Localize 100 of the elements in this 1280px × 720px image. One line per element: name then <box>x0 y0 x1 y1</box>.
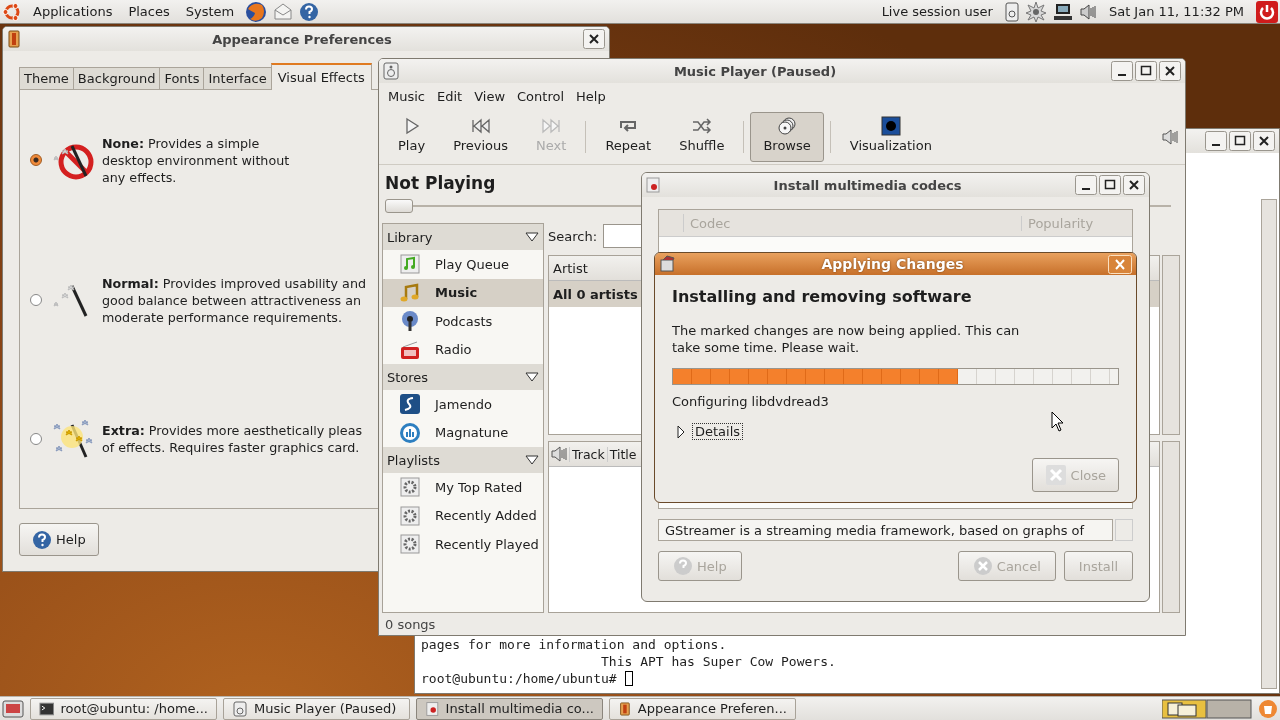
magnatune-icon <box>399 421 421 444</box>
playlist-icon <box>399 504 421 527</box>
browse-button[interactable]: Browse <box>750 111 824 162</box>
source-item[interactable]: Recently Added <box>383 501 543 530</box>
close-button[interactable] <box>1123 175 1145 195</box>
terminal-app-icon <box>39 700 55 717</box>
volume-icon[interactable] <box>1078 2 1097 21</box>
terminal-line: pages for more information and options. <box>421 636 728 653</box>
show-desktop-icon[interactable] <box>2 698 24 719</box>
network-icon[interactable] <box>1052 1 1073 22</box>
window-title: Applying Changes <box>820 256 965 272</box>
panel-menu[interactable]: Places <box>123 4 175 19</box>
update-star-icon[interactable] <box>1024 0 1047 23</box>
status-text: 0 songs <box>384 615 437 634</box>
trash-icon[interactable] <box>1258 698 1278 719</box>
option-description: None: Provides a simple <box>102 134 261 152</box>
help-icon <box>673 556 693 576</box>
shuffle-icon <box>690 115 713 136</box>
minimize-button[interactable] <box>1205 131 1227 151</box>
option-description: Extra: Provides more aesthetically pleas <box>102 422 363 440</box>
taskbar-button[interactable]: Install multimedia co... <box>416 697 603 720</box>
tab[interactable]: Interface <box>203 67 272 89</box>
option-description: good balance between attractiveness an <box>102 292 362 309</box>
workspace-switcher-icon[interactable] <box>1162 698 1252 719</box>
tab[interactable]: Theme <box>19 67 74 89</box>
now-playing-title: Not Playing <box>385 173 496 193</box>
browse-icon <box>776 115 799 136</box>
source-item[interactable]: Recently Played <box>383 530 543 559</box>
clock[interactable]: Sat Jan 11, 11:32 PM <box>1102 4 1250 19</box>
slider-thumb[interactable] <box>385 199 413 213</box>
section-header[interactable]: Playlists <box>383 447 543 473</box>
jamendo-icon <box>399 393 421 416</box>
session-user[interactable]: Live session user <box>875 4 999 19</box>
visualization-button[interactable]: Visualization <box>836 111 945 162</box>
close-icon <box>1044 464 1067 486</box>
tab[interactable]: Background <box>72 67 161 89</box>
description-field: GStreamer is a streaming media framework, based on graphs of <box>658 519 1113 541</box>
window-icon <box>7 30 21 48</box>
source-item[interactable]: Magnatune <box>383 418 543 447</box>
close-button[interactable] <box>1159 61 1181 81</box>
maximize-button[interactable] <box>1135 61 1157 81</box>
maximize-button[interactable] <box>1099 175 1121 195</box>
menu-item[interactable]: View <box>469 88 511 104</box>
column-header[interactable]: Track <box>569 446 606 462</box>
minimize-button[interactable] <box>1075 175 1097 195</box>
power-icon[interactable] <box>1256 0 1278 23</box>
option-description: moderate performance requirements. <box>102 309 343 326</box>
device-icon[interactable] <box>1004 1 1019 22</box>
section-header[interactable]: Library <box>383 224 543 250</box>
help-icon[interactable] <box>299 1 320 22</box>
taskbar-button[interactable]: root@ubuntu: /home... <box>30 697 217 720</box>
minimize-button[interactable] <box>1111 61 1133 81</box>
dialog-message: The marked changes are now being applied. This can take some time. Please wait. <box>672 322 1021 356</box>
previous-button[interactable]: Previous <box>440 111 522 162</box>
scrollbar[interactable] <box>1261 199 1277 689</box>
play-button[interactable]: Play <box>385 111 439 162</box>
panel-menu[interactable]: Applications <box>28 4 118 19</box>
volume-icon[interactable] <box>1161 127 1179 146</box>
radio-button[interactable] <box>30 154 42 167</box>
menu-item[interactable]: Control <box>512 88 570 104</box>
browser-icon[interactable] <box>245 0 268 23</box>
terminal-line: This APT has Super Cow Powers. <box>600 653 837 670</box>
triangle-icon[interactable] <box>525 232 539 242</box>
source-item[interactable]: My Top Rated <box>383 473 543 502</box>
window-title: Install multimedia codecs <box>772 177 963 193</box>
source-item[interactable]: Podcasts <box>383 307 543 336</box>
radio-button[interactable] <box>30 294 42 307</box>
maximize-button[interactable] <box>1229 131 1251 151</box>
close-button[interactable] <box>583 29 605 49</box>
radio-button[interactable] <box>30 433 42 446</box>
mail-icon[interactable] <box>273 1 294 22</box>
menu-item[interactable]: Music <box>383 88 430 104</box>
section-header[interactable]: Stores <box>383 364 543 390</box>
menu-item[interactable]: Edit <box>432 88 468 104</box>
triangle-icon[interactable] <box>525 372 539 382</box>
help-button[interactable]: Help <box>19 523 99 556</box>
option-description: any effects. <box>102 168 178 186</box>
source-item[interactable]: Play Queue <box>383 250 543 279</box>
text-cursor <box>624 671 633 686</box>
taskbar-button[interactable]: Music Player (Paused) <box>223 697 410 720</box>
shuffle-button[interactable]: Shuffle <box>666 111 738 162</box>
tab[interactable]: Fonts <box>159 67 205 89</box>
column-header[interactable]: Title <box>606 446 638 462</box>
source-item[interactable]: Radio <box>383 335 543 364</box>
dialog-heading: Installing and removing software <box>672 287 973 306</box>
repeat-button[interactable]: Repeat <box>592 111 665 162</box>
source-item[interactable]: Music <box>383 278 543 307</box>
triangle-icon[interactable] <box>525 455 539 465</box>
scrollbar[interactable] <box>1162 441 1180 613</box>
source-item[interactable]: Jamendo <box>383 390 543 419</box>
ubuntu-logo-icon[interactable] <box>2 1 22 22</box>
taskbar-button[interactable]: Appearance Preferen... <box>609 697 796 720</box>
expander-arrow-icon[interactable] <box>676 424 686 439</box>
menu-item[interactable]: Help <box>571 88 611 104</box>
details-expander[interactable]: Details <box>692 423 744 440</box>
scrollbar[interactable] <box>1162 255 1180 435</box>
tab[interactable]: Visual Effects <box>270 63 372 90</box>
panel-menu[interactable]: System <box>180 4 240 19</box>
close-button[interactable] <box>1253 131 1275 151</box>
option-description: desktop environment without <box>102 151 290 169</box>
